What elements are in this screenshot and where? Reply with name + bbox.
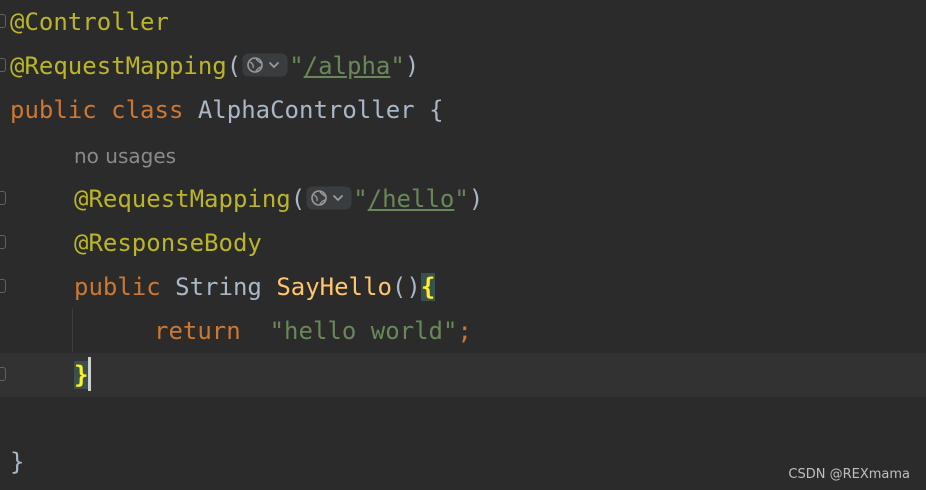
alpha-path-link[interactable]: /alpha (304, 52, 391, 80)
globe-icon[interactable] (242, 53, 288, 77)
method-closing: } (74, 353, 92, 397)
method-declaration: public String SayHello(){ (74, 273, 436, 301)
hello-path-link[interactable]: /hello (368, 185, 455, 213)
matched-brace-open: { (420, 273, 436, 301)
code-line-7[interactable]: public String SayHello(){ (0, 265, 926, 309)
usages-hint[interactable]: no usages (74, 134, 176, 178)
bookmark-gutter-icon[interactable] (0, 279, 6, 293)
class-closing-brace: } (10, 448, 25, 476)
bookmark-gutter-icon[interactable] (0, 58, 6, 72)
class-name: AlphaController (197, 96, 415, 124)
return-statement: return "hello world"; (154, 317, 472, 345)
class-declaration: public class AlphaController { (10, 96, 444, 124)
code-line-5[interactable]: @RequestMapping("/hello") (0, 177, 926, 221)
code-line-9-current[interactable]: } (0, 353, 926, 397)
globe-icon[interactable] (306, 186, 352, 210)
code-line-8[interactable]: return "hello world"; (0, 309, 926, 353)
request-mapping-annotation: @RequestMapping (10, 52, 227, 80)
bookmark-gutter-icon[interactable] (0, 367, 6, 381)
bookmark-gutter-icon[interactable] (0, 14, 6, 28)
matched-brace-close: } (74, 361, 89, 389)
method-name: SayHello (276, 273, 392, 301)
watermark-text: CSDN @REXmama (788, 467, 910, 482)
request-mapping-line: @RequestMapping("/hello") (74, 185, 484, 213)
code-line-1[interactable]: @Controller (0, 0, 926, 44)
text-caret (88, 357, 92, 391)
code-line-3[interactable]: public class AlphaController { (0, 88, 926, 132)
hello-world-string: "hello world" (269, 317, 458, 345)
request-mapping-line: @RequestMapping("/alpha") (10, 52, 420, 80)
code-line-4: no usages (0, 134, 926, 178)
request-mapping-annotation: @RequestMapping (74, 185, 291, 213)
code-editor[interactable]: @Controller @RequestMapping("/alpha") pu… (0, 0, 926, 490)
controller-annotation: @Controller (10, 8, 169, 36)
bookmark-gutter-icon[interactable] (0, 191, 6, 205)
code-line-6[interactable]: @ResponseBody (0, 221, 926, 265)
bookmark-gutter-icon[interactable] (0, 235, 6, 249)
code-line-11[interactable]: } (0, 440, 926, 484)
response-body-annotation: @ResponseBody (74, 229, 262, 257)
code-line-2[interactable]: @RequestMapping("/alpha") (0, 44, 926, 88)
